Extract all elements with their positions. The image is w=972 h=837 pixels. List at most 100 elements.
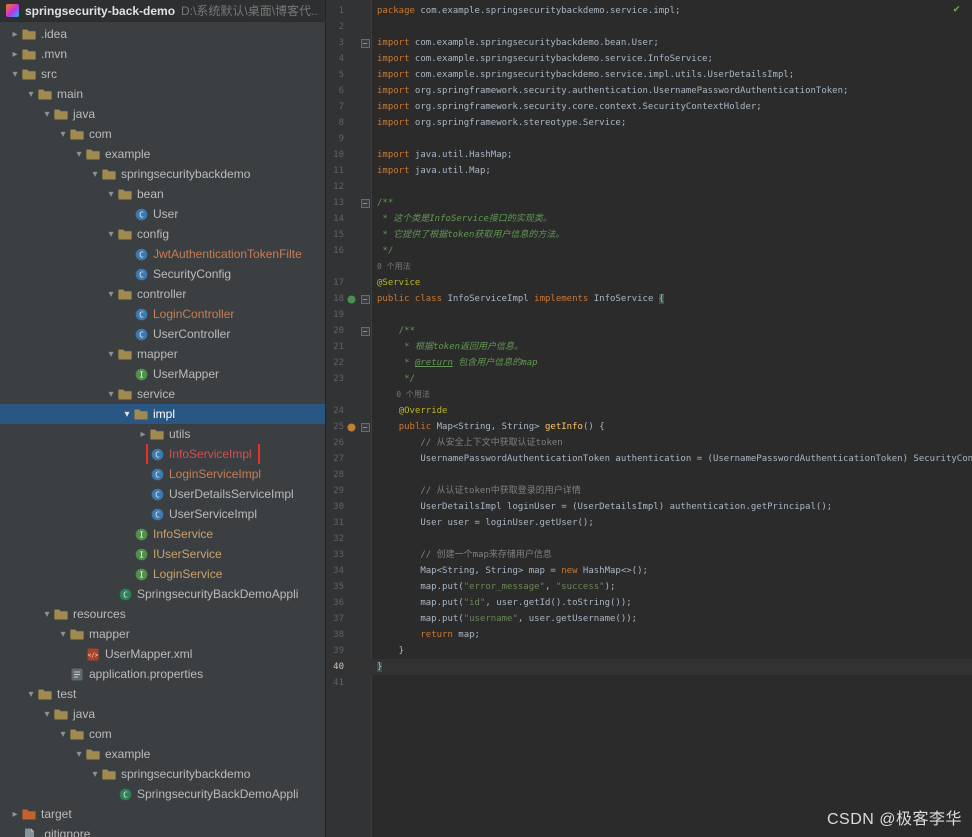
chevron-down-icon[interactable]: ▾ xyxy=(120,409,134,420)
tree-item-service[interactable]: ▾ service xyxy=(0,384,325,404)
code-line-16[interactable]: 16 */ xyxy=(326,243,972,259)
tree-item-com[interactable]: ▾ com xyxy=(0,124,325,144)
inlay-hint-line[interactable]: 0 个用法 xyxy=(326,387,972,403)
tree-item-idea[interactable]: ▸ .idea xyxy=(0,24,325,44)
code-line-30[interactable]: 30 UserDetailsImpl loginUser = (UserDeta… xyxy=(326,499,972,515)
code-line-40[interactable]: 40} xyxy=(326,659,972,675)
tree-item-infoservice[interactable]: I InfoService xyxy=(0,524,325,544)
code-line-7[interactable]: 7 import org.springframework.security.cor… xyxy=(326,99,972,115)
code-line-31[interactable]: 31 User user = loginUser.getUser(); xyxy=(326,515,972,531)
project-name[interactable]: springsecurity-back-demo xyxy=(25,4,175,18)
code-line-19[interactable]: 19 xyxy=(326,307,972,323)
tree-item-springsecuritybackdemo[interactable]: ▾ springsecuritybackdemo xyxy=(0,164,325,184)
chevron-right-icon[interactable]: ▸ xyxy=(136,429,150,440)
tree-item-userserviceimpl[interactable]: C UserServiceImpl xyxy=(0,504,325,524)
code-line-23[interactable]: 23 */ xyxy=(326,371,972,387)
tree-item-example[interactable]: ▾ example xyxy=(0,744,325,764)
code-line-18[interactable]: 18 − public class InfoServiceImpl implemen… xyxy=(326,291,972,307)
tree-item-application-properties[interactable]: application.properties xyxy=(0,664,325,684)
chevron-down-icon[interactable]: ▾ xyxy=(24,689,38,700)
tree-item-user[interactable]: C User xyxy=(0,204,325,224)
fold-marker-icon[interactable]: − xyxy=(358,195,372,211)
tree-item-userdetailsserviceimpl[interactable]: C UserDetailsServiceImpl xyxy=(0,484,325,504)
tree-item-config[interactable]: ▾ config xyxy=(0,224,325,244)
chevron-down-icon[interactable]: ▾ xyxy=(40,609,54,620)
chevron-down-icon[interactable]: ▾ xyxy=(24,89,38,100)
chevron-down-icon[interactable]: ▾ xyxy=(40,709,54,720)
tree-item-example[interactable]: ▾ example xyxy=(0,144,325,164)
chevron-down-icon[interactable]: ▾ xyxy=(88,169,102,180)
fold-marker-icon[interactable]: − xyxy=(358,323,372,339)
tree-item-usermapper[interactable]: I UserMapper xyxy=(0,364,325,384)
code-line-9[interactable]: 9 xyxy=(326,131,972,147)
code-line-3[interactable]: 3 − import com.example.springsecuritybackd… xyxy=(326,35,972,51)
code-line-38[interactable]: 38 return map; xyxy=(326,627,972,643)
chevron-down-icon[interactable]: ▾ xyxy=(8,69,22,80)
code-line-11[interactable]: 11 import java.util.Map; xyxy=(326,163,972,179)
code-line-39[interactable]: 39 } xyxy=(326,643,972,659)
code-line-29[interactable]: 29 // 从认证token中获取登录的用户详情 xyxy=(326,483,972,499)
tree-item-infoserviceimpl[interactable]: C InfoServiceImpl xyxy=(0,444,325,464)
code-line-27[interactable]: 27 UsernamePasswordAuthenticationToken a… xyxy=(326,451,972,467)
code-line-41[interactable]: 41 xyxy=(326,675,972,691)
code-line-10[interactable]: 10 import java.util.HashMap; xyxy=(326,147,972,163)
code-line-32[interactable]: 32 xyxy=(326,531,972,547)
tree-item-gitignore[interactable]: .gitignore xyxy=(0,824,325,837)
code-line-25[interactable]: 25 − public Map<String, String> getInfo()… xyxy=(326,419,972,435)
code-line-28[interactable]: 28 xyxy=(326,467,972,483)
chevron-right-icon[interactable]: ▸ xyxy=(8,49,22,60)
tree-item-main[interactable]: ▾ main xyxy=(0,84,325,104)
code-line-24[interactable]: 24 @Override xyxy=(326,403,972,419)
tree-item-java[interactable]: ▾ java xyxy=(0,104,325,124)
tree-item-springsecuritybackdemoappli[interactable]: C SpringsecurityBackDemoAppli xyxy=(0,784,325,804)
tree-item-usercontroller[interactable]: C UserController xyxy=(0,324,325,344)
chevron-right-icon[interactable]: ▸ xyxy=(8,29,22,40)
code-line-14[interactable]: 14 * 这个类是InfoService接口的实现类。 xyxy=(326,211,972,227)
code-line-26[interactable]: 26 // 从安全上下文中获取认证token xyxy=(326,435,972,451)
code-line-20[interactable]: 20 − /** xyxy=(326,323,972,339)
chevron-down-icon[interactable]: ▾ xyxy=(104,289,118,300)
chevron-down-icon[interactable]: ▾ xyxy=(72,149,86,160)
fold-marker-icon[interactable]: − xyxy=(358,419,372,435)
code-line-1[interactable]: 1 package com.example.springsecuritybackd… xyxy=(326,3,972,19)
tree-item-springsecuritybackdemo[interactable]: ▾ springsecuritybackdemo xyxy=(0,764,325,784)
chevron-down-icon[interactable]: ▾ xyxy=(56,129,70,140)
code-line-15[interactable]: 15 * 它提供了根据token获取用户信息的方法。 xyxy=(326,227,972,243)
tree-item-loginserviceimpl[interactable]: C LoginServiceImpl xyxy=(0,464,325,484)
implements-gutter-icon[interactable] xyxy=(344,291,358,307)
tree-item-mvn[interactable]: ▸ .mvn xyxy=(0,44,325,64)
tree-item-target[interactable]: ▸ target xyxy=(0,804,325,824)
tree-item-usermapper-xml[interactable]: </> UserMapper.xml xyxy=(0,644,325,664)
code-line-8[interactable]: 8 import org.springframework.stereotype.S… xyxy=(326,115,972,131)
chevron-right-icon[interactable]: ▸ xyxy=(8,809,22,820)
chevron-down-icon[interactable]: ▾ xyxy=(88,769,102,780)
overrides-gutter-icon[interactable] xyxy=(344,419,358,435)
tree-item-loginservice[interactable]: I LoginService xyxy=(0,564,325,584)
chevron-down-icon[interactable]: ▾ xyxy=(40,109,54,120)
code-line-12[interactable]: 12 xyxy=(326,179,972,195)
chevron-down-icon[interactable]: ▾ xyxy=(104,229,118,240)
code-line-17[interactable]: 17 @Service xyxy=(326,275,972,291)
tree-item-iuserservice[interactable]: I IUserService xyxy=(0,544,325,564)
tree-item-controller[interactable]: ▾ controller xyxy=(0,284,325,304)
tree-item-test[interactable]: ▾ test xyxy=(0,684,325,704)
tree-item-src[interactable]: ▾ src xyxy=(0,64,325,84)
code-line-2[interactable]: 2 xyxy=(326,19,972,35)
inlay-hint-line[interactable]: 0 个用法 xyxy=(326,259,972,275)
tree-item-jwtauthenticationtokenfilte[interactable]: C JwtAuthenticationTokenFilte xyxy=(0,244,325,264)
fold-marker-icon[interactable]: − xyxy=(358,291,372,307)
chevron-down-icon[interactable]: ▾ xyxy=(104,349,118,360)
chevron-down-icon[interactable]: ▾ xyxy=(72,749,86,760)
chevron-down-icon[interactable]: ▾ xyxy=(56,729,70,740)
inspection-ok-icon[interactable]: ✔ xyxy=(953,2,960,15)
code-line-5[interactable]: 5 import com.example.springsecuritybackde… xyxy=(326,67,972,83)
code-line-37[interactable]: 37 map.put("username", user.getUsername(… xyxy=(326,611,972,627)
tree-item-securityconfig[interactable]: C SecurityConfig xyxy=(0,264,325,284)
chevron-down-icon[interactable]: ▾ xyxy=(104,189,118,200)
code-line-4[interactable]: 4 import com.example.springsecuritybackde… xyxy=(326,51,972,67)
tree-item-impl[interactable]: ▾ impl xyxy=(0,404,325,424)
code-line-21[interactable]: 21 * 根据token返回用户信息。 xyxy=(326,339,972,355)
code-line-33[interactable]: 33 // 创建一个map来存储用户信息 xyxy=(326,547,972,563)
code-line-13[interactable]: 13 −/** xyxy=(326,195,972,211)
code-line-36[interactable]: 36 map.put("id", user.getId().toString()… xyxy=(326,595,972,611)
